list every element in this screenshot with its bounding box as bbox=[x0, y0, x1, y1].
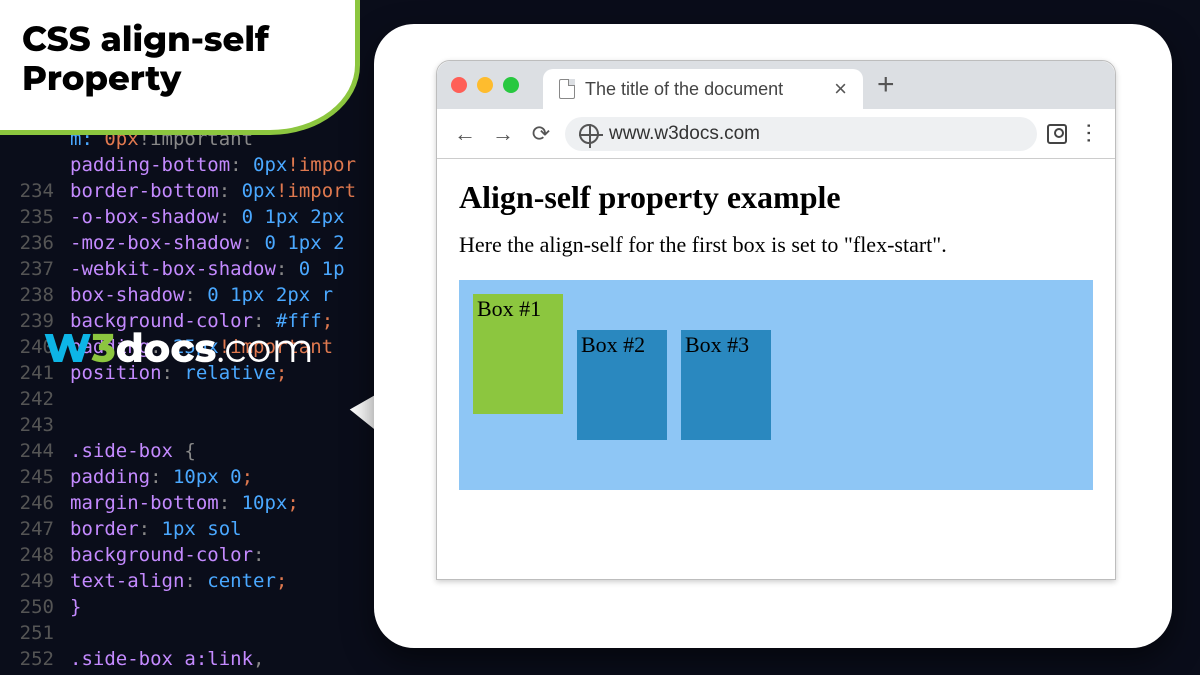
logo-docs: docs bbox=[116, 324, 217, 373]
browser-tab[interactable]: The title of the document × bbox=[543, 69, 863, 109]
close-window-icon[interactable] bbox=[451, 77, 467, 93]
logo-w: W bbox=[44, 324, 92, 373]
maximize-window-icon[interactable] bbox=[503, 77, 519, 93]
profile-icon[interactable] bbox=[1047, 124, 1067, 144]
window-controls bbox=[451, 77, 519, 93]
forward-button[interactable]: → bbox=[489, 121, 517, 147]
flex-container: Box #1 Box #2 Box #3 bbox=[459, 280, 1093, 490]
example-description: Here the align-self for the first box is… bbox=[459, 232, 1093, 258]
file-icon bbox=[559, 79, 575, 99]
close-tab-icon[interactable]: × bbox=[834, 76, 847, 102]
kebab-menu-icon[interactable]: ⋯ bbox=[1076, 122, 1102, 146]
page-title: CSS align-self Property bbox=[22, 20, 331, 98]
flex-box-2: Box #2 bbox=[577, 330, 667, 440]
url-text: www.w3docs.com bbox=[609, 123, 760, 145]
title-bubble: CSS align-self Property bbox=[0, 0, 360, 135]
logo-3: 3 bbox=[92, 324, 116, 373]
page-content: Align-self property example Here the ali… bbox=[437, 159, 1115, 510]
browser-window: The title of the document × + ← → ⟳ www.… bbox=[436, 60, 1116, 580]
minimize-window-icon[interactable] bbox=[477, 77, 493, 93]
w3docs-logo: W3docs.com bbox=[44, 324, 314, 373]
logo-com: .com bbox=[216, 324, 314, 373]
reload-button[interactable]: ⟳ bbox=[527, 121, 555, 147]
back-button[interactable]: ← bbox=[451, 121, 479, 147]
new-tab-button[interactable]: + bbox=[877, 68, 895, 102]
flex-box-1: Box #1 bbox=[473, 294, 563, 414]
toolbar: ← → ⟳ www.w3docs.com ⋯ bbox=[437, 109, 1115, 159]
tab-bar: The title of the document × + bbox=[437, 61, 1115, 109]
example-heading: Align-self property example bbox=[459, 179, 1093, 216]
flex-box-3: Box #3 bbox=[681, 330, 771, 440]
globe-icon bbox=[579, 124, 599, 144]
tab-title: The title of the document bbox=[585, 79, 783, 100]
address-bar[interactable]: www.w3docs.com bbox=[565, 117, 1037, 151]
